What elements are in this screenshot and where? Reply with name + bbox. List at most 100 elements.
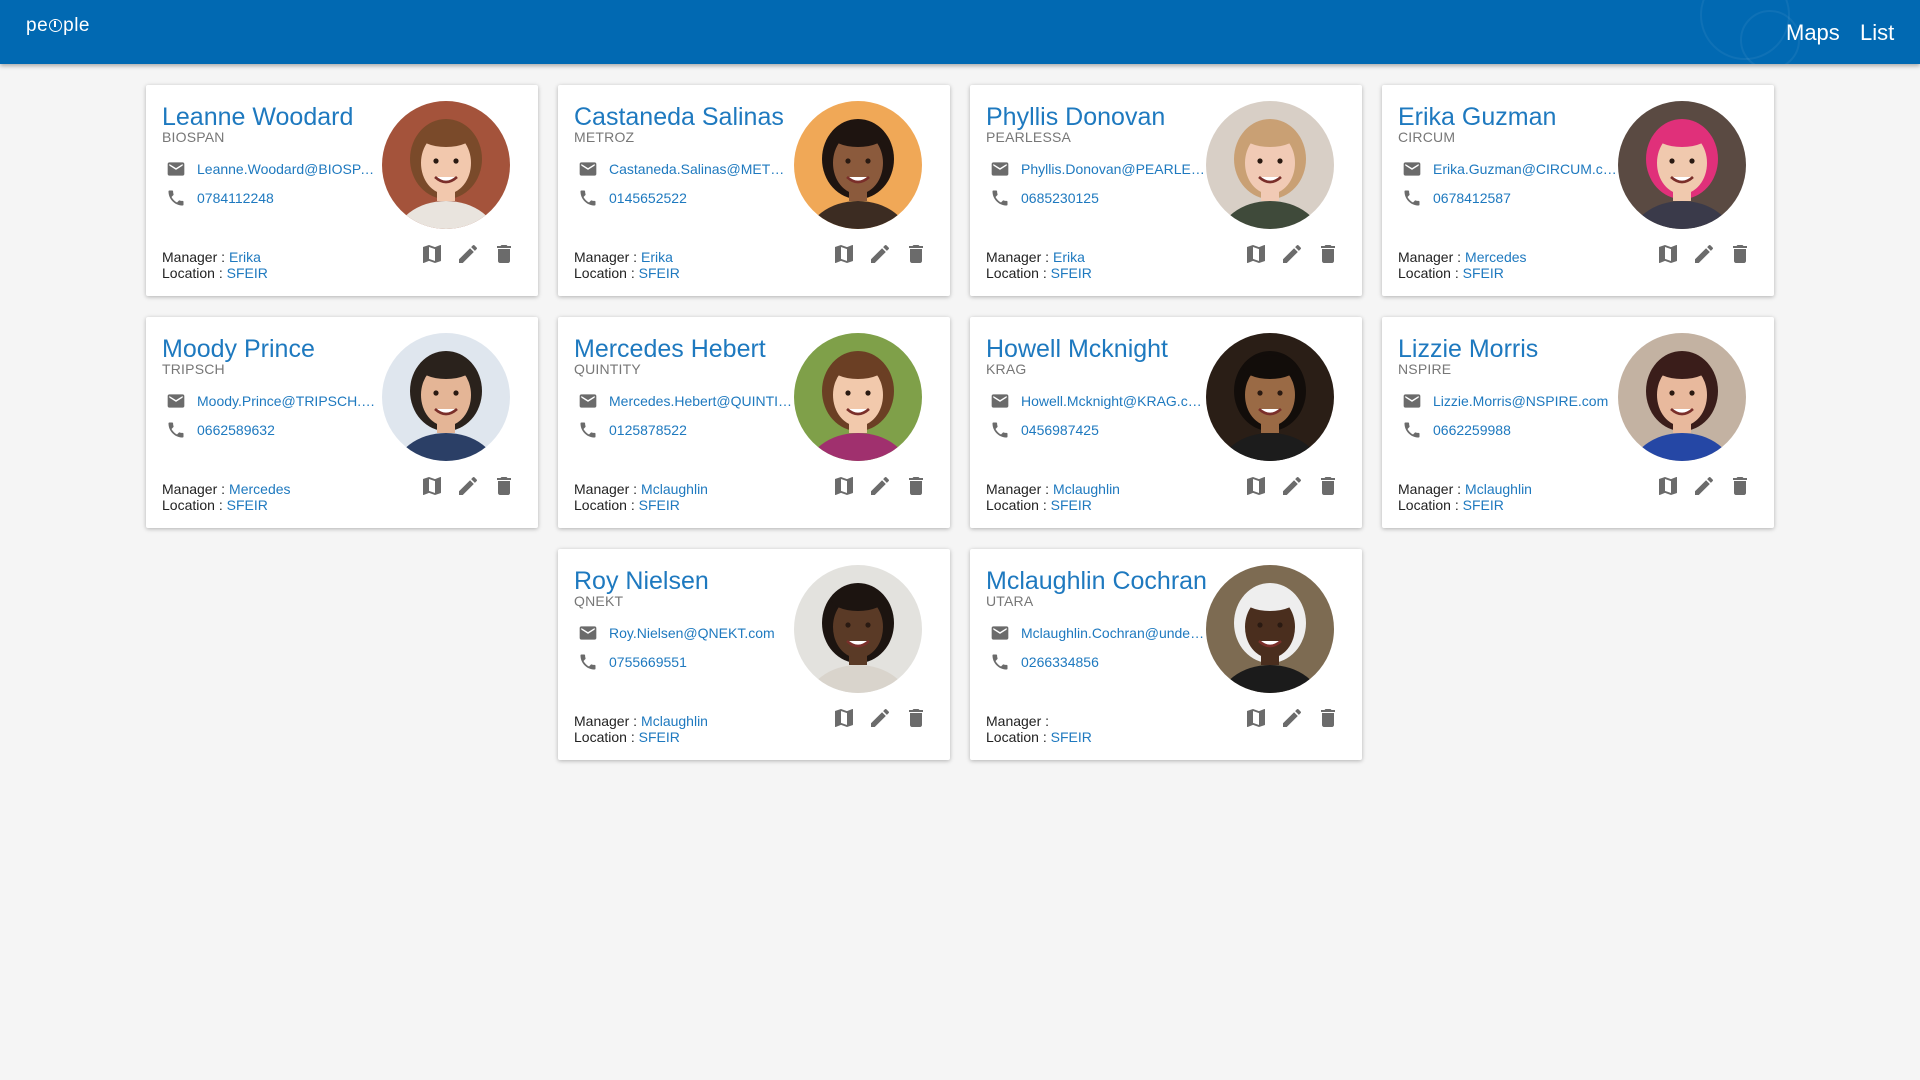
map-button[interactable] [1244,242,1268,266]
person-email[interactable]: Erika.Guzman@CIRCUM.com [1433,161,1618,177]
edit-button[interactable] [868,474,892,498]
person-email[interactable]: Castaneda.Salinas@METROZ.com [609,161,794,177]
person-card[interactable]: Leanne Woodard BIOSPAN Leanne.Woodard@BIOS… [146,85,538,296]
map-button[interactable] [1244,474,1268,498]
map-button[interactable] [832,474,856,498]
person-phone[interactable]: 0678412587 [1433,190,1511,206]
nav-maps-link[interactable]: Maps [1786,20,1840,46]
edit-button[interactable] [456,242,480,266]
delete-button[interactable] [904,474,928,498]
manager-link[interactable]: Mclaughlin [1053,481,1120,497]
person-name[interactable]: Mercedes Hebert [574,335,766,364]
map-button[interactable] [1656,242,1680,266]
delete-button[interactable] [1728,242,1752,266]
person-email[interactable]: Moody.Prince@TRIPSCH.com [197,393,382,409]
person-name[interactable]: Lizzie Morris [1398,335,1538,364]
delete-button[interactable] [1728,474,1752,498]
app-logo[interactable]: pe ple [26,15,90,37]
person-phone[interactable]: 0685230125 [1021,190,1099,206]
person-card[interactable]: Lizzie Morris NSPIRE Lizzie.Morris@NSPIRE.… [1382,317,1774,528]
delete-button[interactable] [904,706,928,730]
manager-link[interactable]: Mclaughlin [1465,481,1532,497]
delete-button[interactable] [904,242,928,266]
pencil-icon [1695,476,1714,495]
person-name[interactable]: Mclaughlin Cochran [986,567,1207,596]
location-link[interactable]: SFEIR [227,265,268,281]
manager-line: Manager : Erika [574,249,673,265]
manager-link[interactable]: Erika [1053,249,1085,265]
person-name[interactable]: Howell Mcknight [986,335,1168,364]
edit-button[interactable] [868,242,892,266]
edit-button[interactable] [456,474,480,498]
person-phone[interactable]: 0784112248 [197,190,274,206]
map-button[interactable] [420,474,444,498]
avatar [794,565,922,693]
location-link[interactable]: SFEIR [1051,729,1092,745]
location-link[interactable]: SFEIR [639,497,680,513]
person-card[interactable]: Roy Nielsen QNEKT Roy.Nielsen@QNEKT.com 075… [558,549,950,760]
manager-link[interactable]: Mercedes [1465,249,1526,265]
location-link[interactable]: SFEIR [1051,497,1092,513]
location-link[interactable]: SFEIR [1463,265,1504,281]
delete-button[interactable] [492,474,516,498]
person-name[interactable]: Erika Guzman [1398,103,1556,132]
delete-button[interactable] [492,242,516,266]
person-card[interactable]: Phyllis Donovan PEARLESSA Phyllis.Donovan@… [970,85,1362,296]
person-card[interactable]: Moody Prince TRIPSCH Moody.Prince@TRIPSCH.… [146,317,538,528]
card-actions [832,242,940,266]
map-button[interactable] [1244,706,1268,730]
email-row: Moody.Prince@TRIPSCH.com [166,390,382,412]
edit-button[interactable] [1280,706,1304,730]
map-button[interactable] [832,706,856,730]
location-link[interactable]: SFEIR [227,497,268,513]
person-card[interactable]: Howell Mcknight KRAG Howell.Mcknight@KRAG.… [970,317,1362,528]
person-email[interactable]: Lizzie.Morris@NSPIRE.com [1433,393,1608,409]
location-link[interactable]: SFEIR [639,729,680,745]
manager-link[interactable]: Mercedes [229,481,290,497]
location-link[interactable]: SFEIR [1051,265,1092,281]
edit-button[interactable] [868,706,892,730]
person-phone[interactable]: 0662589632 [197,422,275,438]
person-card[interactable]: Mercedes Hebert QUINTITY Mercedes.Hebert@Q… [558,317,950,528]
manager-link[interactable]: Erika [641,249,673,265]
person-email[interactable]: Roy.Nielsen@QNEKT.com [609,625,775,641]
manager-link[interactable]: Mclaughlin [641,481,708,497]
edit-button[interactable] [1280,474,1304,498]
person-name[interactable]: Castaneda Salinas [574,103,784,132]
person-name[interactable]: Phyllis Donovan [986,103,1165,132]
person-card[interactable]: Erika Guzman CIRCUM Erika.Guzman@CIRCUM.co… [1382,85,1774,296]
manager-line: Manager : Mercedes [162,481,291,497]
person-email[interactable]: Mclaughlin.Cochran@undefined.com [1021,625,1206,641]
map-button[interactable] [1656,474,1680,498]
delete-button[interactable] [1316,242,1340,266]
person-phone[interactable]: 0125878522 [609,422,687,438]
person-phone[interactable]: 0145652522 [609,190,687,206]
person-card[interactable]: Castaneda Salinas METROZ Castaneda.Salinas… [558,85,950,296]
manager-link[interactable]: Erika [229,249,261,265]
person-email[interactable]: Leanne.Woodard@BIOSPAN.com [197,161,382,177]
person-phone[interactable]: 0266334856 [1021,654,1099,670]
person-name[interactable]: Leanne Woodard [162,103,353,132]
person-name[interactable]: Moody Prince [162,335,315,364]
delete-button[interactable] [1316,474,1340,498]
location-link[interactable]: SFEIR [639,265,680,281]
person-phone[interactable]: 0662259988 [1433,422,1511,438]
pencil-icon [459,476,478,495]
person-phone[interactable]: 0456987425 [1021,422,1099,438]
person-name[interactable]: Roy Nielsen [574,567,709,596]
delete-button[interactable] [1316,706,1340,730]
edit-button[interactable] [1280,242,1304,266]
card-actions [420,242,528,266]
nav-list-link[interactable]: List [1860,20,1894,46]
map-button[interactable] [832,242,856,266]
edit-button[interactable] [1692,242,1716,266]
location-link[interactable]: SFEIR [1463,497,1504,513]
edit-button[interactable] [1692,474,1716,498]
person-email[interactable]: Howell.Mcknight@KRAG.com [1021,393,1206,409]
person-card[interactable]: Mclaughlin Cochran UTARA Mclaughlin.Cochra… [970,549,1362,760]
person-email[interactable]: Phyllis.Donovan@PEARLESSA.com [1021,161,1206,177]
person-email[interactable]: Mercedes.Hebert@QUINTITY.com [609,393,794,409]
person-phone[interactable]: 0755669551 [609,654,687,670]
map-button[interactable] [420,242,444,266]
manager-link[interactable]: Mclaughlin [641,713,708,729]
